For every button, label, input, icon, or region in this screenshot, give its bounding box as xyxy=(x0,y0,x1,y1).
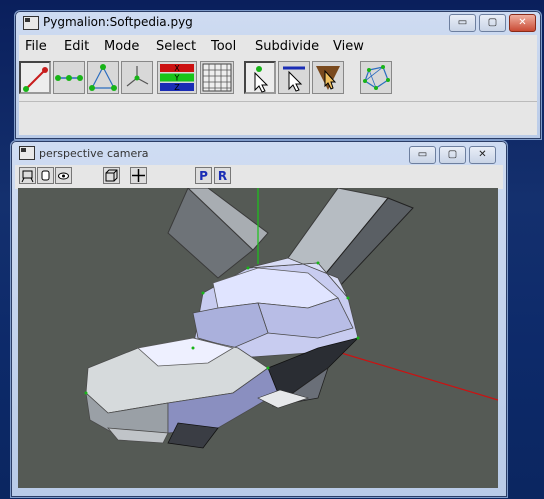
vertex-edge-tool-button[interactable] xyxy=(19,61,51,94)
menu-mode[interactable]: Mode xyxy=(104,39,139,54)
camera-window-title: perspective camera xyxy=(39,147,149,160)
camera-app-icon xyxy=(19,146,35,160)
pointer-face-icon xyxy=(316,66,340,90)
menu-edit[interactable]: Edit xyxy=(64,39,89,54)
horizontal-edge-icon xyxy=(55,75,83,81)
menu-file[interactable]: File xyxy=(25,39,47,54)
title-bar[interactable]: Pygmalion:Softpedia.pyg ▭ ▢ ✕ xyxy=(15,11,541,35)
camera-title-bar[interactable]: perspective camera ▭ ▢ ✕ xyxy=(11,141,507,165)
camera-icon xyxy=(21,170,34,183)
camera-minimize-button[interactable]: ▭ xyxy=(409,146,436,164)
camera-close-button[interactable]: ✕ xyxy=(469,146,496,164)
select-vertex-button[interactable] xyxy=(244,61,276,94)
tool-bar: X Y Z xyxy=(19,57,537,101)
select-face-button[interactable] xyxy=(312,61,344,94)
grid-icon xyxy=(202,63,232,92)
move-arrows-icon xyxy=(126,66,149,87)
window-title: Pygmalion:Softpedia.pyg xyxy=(43,15,193,29)
perspective-view-button[interactable]: P xyxy=(195,167,212,184)
pan-button[interactable] xyxy=(37,167,54,184)
look-button[interactable] xyxy=(55,167,72,184)
xyz-axis-icon: X Y Z xyxy=(160,64,194,92)
camera-view-button[interactable] xyxy=(19,167,36,184)
camera-maximize-button[interactable]: ▢ xyxy=(439,146,466,164)
select-edge-button[interactable] xyxy=(278,61,310,94)
mesh-render xyxy=(84,188,498,449)
camera-toolbar: P R xyxy=(15,165,503,189)
object-mesh-icon xyxy=(363,65,390,90)
edge-tool-button[interactable] xyxy=(53,61,85,94)
main-window: Pygmalion:Softpedia.pyg ▭ ▢ ✕ File Edit … xyxy=(14,10,542,140)
axis-constraint-button[interactable]: X Y Z xyxy=(157,61,197,94)
transform-tool-button[interactable] xyxy=(121,61,153,94)
edge-icon xyxy=(23,67,48,92)
svg-text:X: X xyxy=(174,64,180,73)
hand-icon xyxy=(41,170,50,181)
cube-view-button[interactable] xyxy=(103,167,120,184)
eye-icon xyxy=(58,172,69,180)
menu-subdivide[interactable]: Subdivide xyxy=(255,39,319,54)
menu-view[interactable]: View xyxy=(333,39,364,54)
close-button[interactable]: ✕ xyxy=(509,14,536,32)
triangle-tool-button[interactable] xyxy=(87,61,119,94)
app-icon xyxy=(23,16,39,30)
maximize-button[interactable]: ▢ xyxy=(479,14,506,32)
svg-text:Y: Y xyxy=(174,74,180,83)
3d-viewport[interactable] xyxy=(18,188,498,488)
svg-text:Z: Z xyxy=(174,83,180,92)
pointer-edge-icon xyxy=(283,66,305,92)
select-object-button[interactable] xyxy=(360,61,392,94)
crosshair-icon xyxy=(132,169,145,182)
reset-view-button[interactable]: R xyxy=(214,167,231,184)
pointer-vertex-icon xyxy=(254,66,269,93)
triangle-icon xyxy=(89,64,117,91)
status-bar xyxy=(19,101,537,135)
menu-tool[interactable]: Tool xyxy=(211,39,236,54)
cube-icon xyxy=(105,169,118,182)
menu-bar: File Edit Mode Select Tool Subdivide Vie… xyxy=(19,35,537,57)
crosshair-button[interactable] xyxy=(130,167,147,184)
grid-snap-button[interactable] xyxy=(200,61,234,94)
minimize-button[interactable]: ▭ xyxy=(449,14,476,32)
menu-select[interactable]: Select xyxy=(156,39,196,54)
